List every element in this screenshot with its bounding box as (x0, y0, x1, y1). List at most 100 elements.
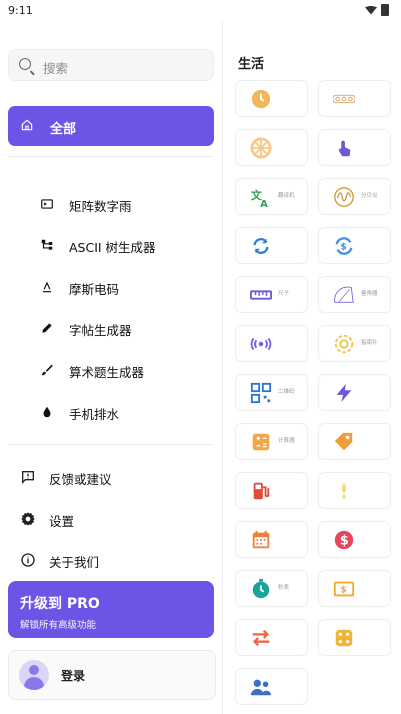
sidebar-item-label: 摩斯电码 (69, 282, 120, 297)
sidebar-item-label: 字帖生成器 (69, 323, 132, 338)
upgrade-pro-card[interactable]: 升级到 PRO 解锁所有高级功能 (8, 581, 214, 638)
tool-tile[interactable]: 分贝仪 (318, 178, 391, 215)
status-bar: 9:11 (0, 0, 401, 20)
tool-tile[interactable]: $ (318, 227, 391, 264)
tool-tile-label: 尺子 (278, 291, 290, 297)
status-icons (365, 4, 389, 16)
battery-icon (381, 4, 389, 16)
currency-exchange-icon: $ (333, 235, 355, 257)
sidebar-item-about[interactable]: 关于我们 (0, 547, 222, 573)
tool-tile[interactable]: 文 A 翻译机 (235, 178, 308, 215)
tool-tile[interactable] (318, 129, 391, 166)
tool-tile-label: 指南针 (361, 340, 378, 346)
login-card[interactable]: 登录 (8, 650, 216, 700)
sidebar-item-label: 反馈或建议 (49, 472, 112, 487)
avatar (19, 660, 49, 690)
gear-icon (21, 512, 35, 526)
water-drop-icon (43, 406, 51, 418)
search-input[interactable]: 搜索 (8, 49, 214, 81)
bulb-icon (333, 480, 355, 502)
tool-tile-label: 翻译机 (278, 193, 295, 199)
avatar-body (24, 677, 44, 690)
tool-tile[interactable] (235, 521, 308, 558)
ruler-icon (250, 284, 272, 306)
pro-subtitle: 解锁所有高级功能 (20, 620, 97, 631)
info-icon (21, 553, 35, 567)
all-category-button[interactable]: 全部 (8, 106, 214, 146)
sidebar-item-water-eject[interactable]: 手机排水 (0, 398, 222, 426)
tool-tile-label: 计算器 (278, 438, 295, 444)
calendar-icon (250, 529, 272, 551)
tool-tile-label: 量角器 (361, 291, 378, 297)
svg-text:$: $ (340, 585, 346, 596)
touch-icon (333, 137, 355, 159)
sidebar-item-copybook[interactable]: 字帖生成器 (0, 314, 222, 342)
translate-icon: 文A (250, 186, 272, 208)
tool-tile[interactable] (318, 374, 391, 411)
bolt-icon (333, 382, 355, 404)
tool-tile[interactable] (235, 129, 308, 166)
compass-icon (333, 333, 355, 355)
tool-tile-label: 分贝仪 (361, 193, 378, 199)
tool-tile[interactable] (235, 668, 308, 705)
sidebar-item-arithmetic[interactable]: 算术题生成器 (0, 356, 222, 384)
divider (8, 444, 214, 445)
pencil-icon (42, 323, 52, 333)
avatar-head (29, 665, 39, 675)
sidebar-item-settings[interactable]: 设置 (0, 506, 222, 532)
sidebar-item-feedback[interactable]: 反馈或建议 (0, 464, 222, 490)
tool-tile[interactable]: 量角器 (318, 276, 391, 313)
tool-tile[interactable]: 二维码 (235, 374, 308, 411)
swap-icon (250, 627, 272, 649)
home-icon (21, 119, 33, 131)
tool-tile[interactable] (318, 472, 391, 509)
tool-tile[interactable]: 尺子 (235, 276, 308, 313)
qr-icon (250, 382, 272, 404)
tool-tile[interactable] (318, 619, 391, 656)
tool-tile[interactable] (235, 472, 308, 509)
tool-tile[interactable] (318, 423, 391, 460)
dice-icon (333, 627, 355, 649)
sidebar-item-label: 设置 (49, 514, 75, 529)
tool-tile[interactable]: 秒表 (235, 570, 308, 607)
tool-tile-label: 二维码 (278, 389, 295, 395)
tool-tile[interactable]: 计算器 (235, 423, 308, 460)
money-bill-icon: $ (333, 578, 355, 600)
wifi-icon (365, 5, 377, 15)
indicator-dots-icon (333, 88, 355, 110)
sidebar-item-ascii-tree[interactable]: ASCII 树生成器 (0, 231, 222, 259)
tool-tile[interactable] (318, 80, 391, 117)
protractor-icon (333, 284, 355, 306)
waveform-icon (333, 186, 355, 208)
feedback-icon (22, 471, 34, 484)
tool-tile[interactable]: $ (318, 570, 391, 607)
tree-icon (41, 239, 53, 250)
clock-icon (250, 88, 272, 110)
divider (8, 156, 214, 157)
tool-tile[interactable] (235, 80, 308, 117)
svg-text:$: $ (340, 534, 349, 549)
tool-tile[interactable]: $ (318, 521, 391, 558)
pro-title: 升级到 PRO (20, 596, 100, 612)
sidebar-item-label: 算术题生成器 (69, 365, 145, 380)
morse-icon (42, 281, 52, 293)
sidebar-item-morse-code[interactable]: 摩斯电码 (0, 273, 222, 301)
tool-tile[interactable] (235, 325, 308, 362)
all-category-label: 全部 (50, 122, 77, 137)
wheel-icon (250, 137, 272, 159)
stopwatch-icon (250, 578, 272, 600)
terminal-icon (41, 199, 53, 209)
sidebar-item-label: 关于我们 (49, 555, 100, 570)
tool-tile[interactable] (235, 619, 308, 656)
tool-tile[interactable] (235, 227, 308, 264)
login-label: 登录 (61, 669, 86, 683)
nfc-icon (250, 333, 272, 355)
calculator-icon (250, 431, 272, 453)
tool-tile[interactable]: 指南针 (318, 325, 391, 362)
svg-text:$: $ (340, 242, 346, 253)
tag-icon (333, 431, 355, 453)
sidebar-item-label: ASCII 树生成器 (69, 240, 156, 255)
sync-icon (250, 235, 272, 257)
sidebar-item-label: 矩阵数字雨 (69, 199, 132, 214)
sidebar-item-matrix-rain[interactable]: 矩阵数字雨 (0, 190, 222, 218)
